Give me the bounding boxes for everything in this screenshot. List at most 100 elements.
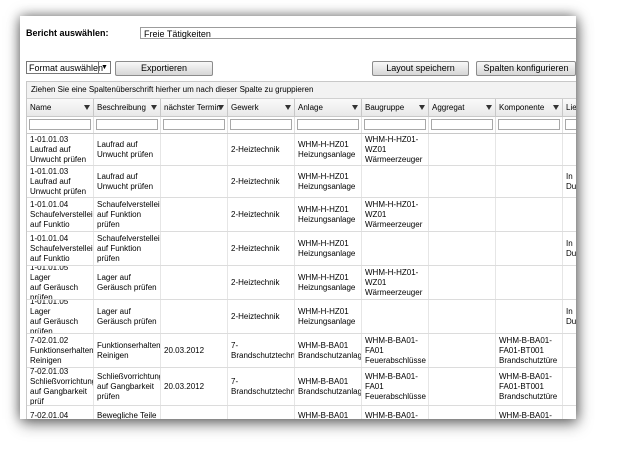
table-row[interactable]: 7-02.01.04 Bewegliche Teile WHM-B-BA01 WHM-… [27, 406, 576, 419]
table-cell [429, 198, 496, 231]
report-input[interactable]: Freie Tätigkeiten [140, 27, 576, 39]
filter-input[interactable] [163, 119, 225, 130]
column-header[interactable]: Beschreibung [94, 99, 161, 116]
filter-row [27, 117, 576, 134]
table-row[interactable]: 1-01.01.03 Laufrad auf Unwucht prüfen Lau… [27, 134, 576, 166]
table-cell [429, 300, 496, 333]
table-cell: Schließvorrichtung auf Gangbarkeit prüfe… [94, 368, 161, 405]
filter-input[interactable] [297, 119, 359, 130]
table-row[interactable]: 7-02.01.03 Schließvorrichtung auf Gangba… [27, 368, 576, 406]
column-header[interactable]: Aggregat [429, 99, 496, 116]
format-select-label: Format auswählen [29, 63, 104, 73]
table-cell [429, 266, 496, 299]
data-grid: Ziehen Sie eine Spaltenüberschrift hierh… [26, 81, 576, 419]
column-header[interactable]: Lie [563, 99, 576, 116]
filter-cell [563, 117, 576, 133]
table-cell [496, 300, 563, 333]
filter-cell [295, 117, 362, 133]
table-cell [563, 368, 576, 405]
table-cell [496, 198, 563, 231]
table-cell: 7-Brandschutztechn [228, 334, 295, 367]
table-cell: 7-02.01.04 [27, 406, 94, 419]
filter-cell [362, 117, 429, 133]
filter-cell [27, 117, 94, 133]
table-cell: 20.03.2012 [161, 334, 228, 367]
column-header-label: Lie [566, 103, 576, 112]
filter-icon[interactable] [352, 105, 358, 110]
filter-icon[interactable] [419, 105, 425, 110]
filter-input[interactable] [29, 119, 91, 130]
table-cell [496, 134, 563, 165]
filter-input[interactable] [498, 119, 560, 130]
filter-input[interactable] [431, 119, 493, 130]
table-cell: Schaufelverstelleinr auf Funktion prüfen [94, 198, 161, 231]
table-cell: 1-01.01.05 Lager auf Geräusch prüfen [27, 266, 94, 299]
grid-body: 1-01.01.03 Laufrad auf Unwucht prüfen Lau… [27, 134, 576, 419]
export-button[interactable]: Exportieren [115, 61, 213, 76]
filter-input[interactable] [230, 119, 292, 130]
configure-columns-button[interactable]: Spalten konfigurieren [476, 61, 576, 76]
table-cell: 7-Brandschutztechn [228, 368, 295, 405]
filter-cell [429, 117, 496, 133]
table-row[interactable]: 1-01.01.05 Lager auf Geräusch prüfen Lage… [27, 300, 576, 334]
column-header[interactable]: Gewerk [228, 99, 295, 116]
table-cell [362, 232, 429, 265]
table-cell [429, 134, 496, 165]
table-cell: In Du [563, 300, 576, 333]
table-row[interactable]: 1-01.01.04 Schaufelverstelleinr auf Funk… [27, 198, 576, 232]
chevron-down-icon[interactable]: ▼ [98, 62, 110, 73]
table-cell [429, 334, 496, 367]
table-cell: WHM-H-HZ01 Heizungsanlage [295, 134, 362, 165]
table-cell [496, 232, 563, 265]
table-cell [161, 198, 228, 231]
column-header-label: Baugruppe [365, 103, 405, 112]
table-cell [161, 406, 228, 419]
filter-cell [228, 117, 295, 133]
filter-icon[interactable] [486, 105, 492, 110]
table-cell: 7-02.01.03 Schließvorrichtung auf Gangba… [27, 368, 94, 405]
table-cell [496, 166, 563, 197]
filter-cell [496, 117, 563, 133]
column-header[interactable]: Anlage [295, 99, 362, 116]
table-cell [563, 266, 576, 299]
column-header-label: Aggregat [432, 103, 465, 112]
table-cell: WHM-B-BA01- [496, 406, 563, 419]
table-cell [429, 166, 496, 197]
table-row[interactable]: 7-02.01.02 Funktionserhaltend Reinigen Fu… [27, 334, 576, 368]
save-layout-button[interactable]: Layout speichern [372, 61, 469, 76]
table-cell [429, 406, 496, 419]
table-cell: WHM-H-HZ01 Heizungsanlage [295, 166, 362, 197]
report-selector: Bericht auswählen: Freie Tätigkeiten [26, 27, 576, 41]
column-header-label: Name [30, 103, 52, 112]
filter-icon[interactable] [553, 105, 559, 110]
format-select[interactable]: Format auswählen ▼ [26, 61, 111, 74]
table-cell: 2-Heiztechnik [228, 266, 295, 299]
table-row[interactable]: 1-01.01.04 Schaufelverstelleinr auf Funk… [27, 232, 576, 266]
table-cell [496, 266, 563, 299]
column-header[interactable]: Komponente [496, 99, 563, 116]
table-cell [563, 334, 576, 367]
table-cell: WHM-B-BA01- FA01 Feuerabschlüsse [362, 334, 429, 367]
group-by-area[interactable]: Ziehen Sie eine Spaltenüberschrift hierh… [27, 82, 576, 99]
table-row[interactable]: 1-01.01.05 Lager auf Geräusch prüfen Lage… [27, 266, 576, 300]
column-header[interactable]: nächster Termin [161, 99, 228, 116]
filter-icon[interactable] [218, 105, 224, 110]
table-cell: WHM-H-HZ01 Heizungsanlage [295, 266, 362, 299]
table-cell: 1-01.01.03 Laufrad auf Unwucht prüfen [27, 134, 94, 165]
table-cell: 2-Heiztechnik [228, 134, 295, 165]
filter-input[interactable] [364, 119, 426, 130]
table-cell [161, 166, 228, 197]
filter-icon[interactable] [84, 105, 90, 110]
filter-icon[interactable] [151, 105, 157, 110]
filter-input[interactable] [565, 119, 576, 130]
column-header[interactable]: Baugruppe [362, 99, 429, 116]
table-cell: 1-01.01.04 Schaufelverstelleinr auf Funk… [27, 232, 94, 265]
filter-icon[interactable] [285, 105, 291, 110]
table-cell: WHM-H-HZ01- WZ01 Wärmeerzeuger [362, 134, 429, 165]
table-cell: 1-01.01.03 Laufrad auf Unwucht prüfen [27, 166, 94, 197]
column-header[interactable]: Name [27, 99, 94, 116]
table-row[interactable]: 1-01.01.03 Laufrad auf Unwucht prüfen Lau… [27, 166, 576, 198]
table-cell: In Du [563, 232, 576, 265]
column-header-label: Komponente [499, 103, 545, 112]
filter-input[interactable] [96, 119, 158, 130]
